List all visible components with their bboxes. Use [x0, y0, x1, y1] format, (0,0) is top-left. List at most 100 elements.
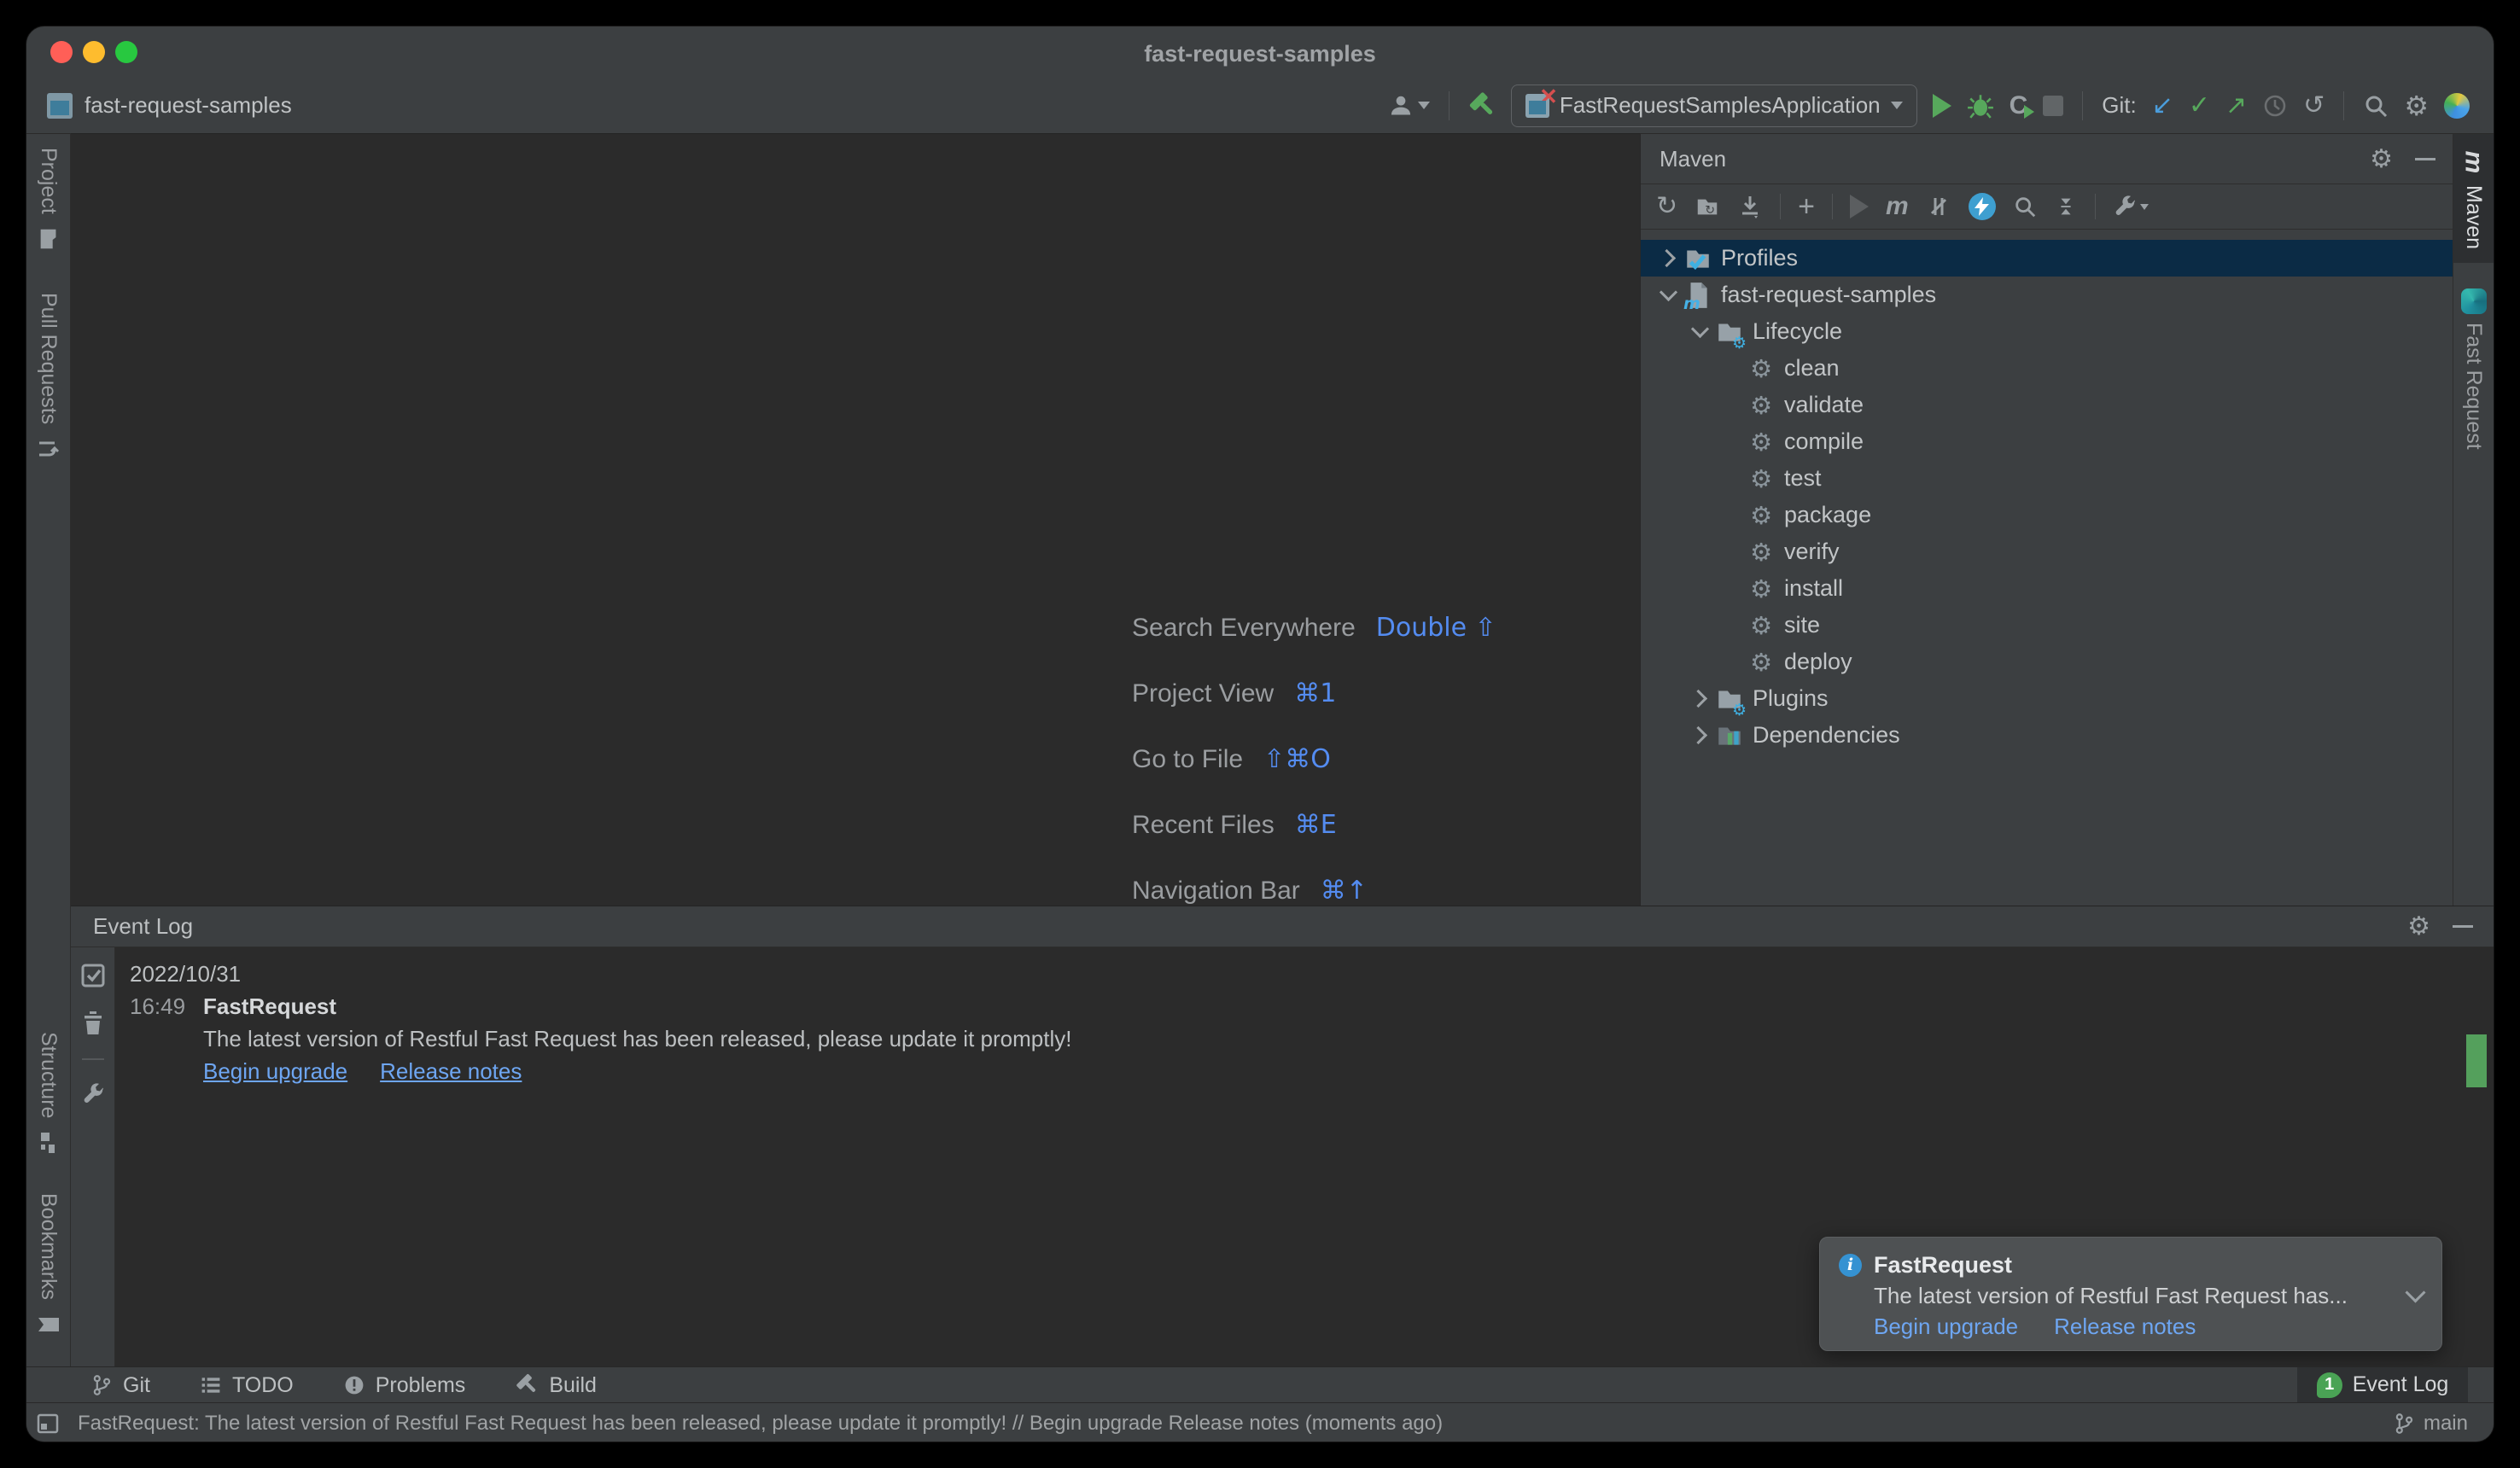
maven-tree-item-test[interactable]: ⚙ test — [1641, 460, 2454, 497]
notification-source: FastRequest — [1874, 1251, 2013, 1278]
code-with-me-button[interactable] — [2444, 92, 2470, 119]
maven-tree-item-deploy[interactable]: ⚙ deploy — [1641, 644, 2454, 680]
git-commit-button[interactable]: ✓ — [2189, 92, 2210, 119]
build-project-button[interactable] — [1468, 91, 1496, 119]
gear-icon[interactable]: ⚙ — [2370, 144, 2393, 174]
maven-tree-item-dependencies[interactable]: Dependencies — [1641, 717, 2454, 754]
maven-tree-item-profiles[interactable]: Profiles — [1641, 240, 2454, 277]
maven-tree-item-validate[interactable]: ⚙ validate — [1641, 387, 2454, 423]
run-with-coverage-button[interactable]: C — [2010, 91, 2035, 120]
run-configuration-selector[interactable]: ✕ FastRequestSamplesApplication — [1510, 83, 1917, 127]
git-update-button[interactable]: ↙ — [2152, 92, 2173, 119]
gear-icon[interactable]: ⚙ — [2407, 912, 2430, 941]
run-maven-goal-button[interactable] — [1850, 195, 1869, 218]
event-log-gutter — [71, 947, 115, 1366]
history-button[interactable] — [2262, 93, 2288, 119]
user-account-button[interactable] — [1389, 94, 1430, 118]
project-name: fast-request-samples — [85, 92, 292, 118]
tool-window-tab-todo[interactable]: TODO — [200, 1373, 294, 1398]
tool-window-tab-pull-requests[interactable]: Pull Requests — [36, 293, 61, 462]
maven-tree-item-install[interactable]: ⚙ install — [1641, 570, 2454, 607]
tool-window-tabs: Git TODO Problems Build — [90, 1367, 597, 1403]
tool-window-tab-maven[interactable]: m Maven — [2453, 134, 2494, 264]
git-push-button[interactable]: ↗ — [2225, 92, 2247, 119]
run-config-name: FastRequestSamplesApplication — [1559, 92, 1881, 118]
search-maven-goal-button[interactable] — [2013, 195, 2037, 218]
stop-icon — [2043, 95, 2064, 116]
shortcut-hint: Recent Files ⌘E — [1132, 792, 1496, 858]
git-branch-widget[interactable]: main — [2393, 1403, 2468, 1442]
add-maven-project-button[interactable]: + — [1798, 190, 1815, 224]
ide-window: fast-request-samples fast-request-sample… — [26, 26, 2494, 1442]
maven-settings-button[interactable] — [2113, 195, 2149, 218]
event-log-settings-button[interactable] — [81, 1082, 105, 1106]
release-notes-link[interactable]: Release notes — [380, 1058, 522, 1085]
tool-window-toggle-icon[interactable] — [37, 1413, 59, 1435]
chevron-right-icon[interactable] — [1684, 684, 1715, 714]
maven-tree-item-lifecycle[interactable]: ⚙ Lifecycle — [1641, 313, 2454, 352]
clock-icon — [2264, 95, 2286, 116]
hide-panel-button[interactable] — [2415, 157, 2435, 160]
shortcut-keys: ⌘↑ — [1320, 876, 1368, 906]
execute-maven-goal-button[interactable]: m — [1886, 192, 1909, 221]
toggle-skip-tests-button[interactable] — [1926, 194, 1951, 219]
tool-window-tab-structure[interactable]: Structure — [36, 1032, 61, 1156]
toggle-offline-mode-button[interactable] — [1968, 193, 1996, 220]
search-icon — [2365, 96, 2388, 117]
mark-all-read-button[interactable] — [80, 963, 106, 988]
tab-label: Fast Request — [2462, 323, 2486, 450]
clear-all-button[interactable] — [81, 1011, 105, 1036]
shortcut-keys: ⌘E — [1294, 810, 1337, 840]
tab-label: Event Log — [2352, 1372, 2449, 1396]
tool-window-tab-bookmarks[interactable]: Bookmarks — [36, 1193, 61, 1337]
begin-upgrade-link[interactable]: Begin upgrade — [1874, 1314, 2018, 1340]
tool-window-tab-event-log[interactable]: 1 Event Log — [2297, 1367, 2468, 1402]
rollback-button[interactable]: ↺ — [2303, 92, 2325, 119]
expand-chevron-icon[interactable] — [2405, 1281, 2426, 1303]
maven-tree-item-fast-request-samples[interactable]: m fast-request-samples — [1641, 277, 2454, 313]
maven-tree-item-plugins[interactable]: ⚙ Plugins — [1641, 680, 2454, 719]
begin-upgrade-link[interactable]: Begin upgrade — [203, 1058, 347, 1085]
tree-item-label: Plugins — [1753, 685, 1829, 711]
event-source: FastRequest — [203, 993, 337, 1019]
event-message: The latest version of Restful Fast Reque… — [203, 1025, 1072, 1051]
profiles-folder-icon — [1683, 244, 1712, 273]
maven-tool-window: Maven ⚙ ↻ ↻ + m Profiles m fast-request-… — [1640, 133, 2454, 906]
tool-window-tab-git[interactable]: Git — [90, 1373, 150, 1398]
invalid-config-x-icon: ✕ — [1539, 83, 1558, 109]
chevron-right-icon[interactable] — [1653, 243, 1683, 274]
debug-button[interactable] — [1967, 92, 1994, 119]
chevron-down-icon[interactable] — [1684, 317, 1715, 347]
run-button[interactable] — [1932, 93, 1951, 118]
hide-panel-button[interactable] — [2453, 925, 2473, 928]
tree-item-label: fast-request-samples — [1721, 282, 1937, 307]
chevron-down-icon[interactable] — [1653, 280, 1683, 311]
chevron-right-icon[interactable] — [1684, 720, 1715, 751]
notification-balloon[interactable]: i FastRequest The latest version of Rest… — [1819, 1237, 2442, 1351]
maven-tree-item-clean[interactable]: ⚙ clean — [1641, 350, 2454, 387]
tree-item-label: test — [1784, 465, 1822, 491]
download-sources-button[interactable] — [1737, 194, 1763, 219]
hammer-icon — [1469, 91, 1492, 114]
bug-icon — [1967, 94, 1993, 119]
stop-button[interactable] — [2043, 95, 2064, 116]
tool-window-tab-build[interactable]: Build — [515, 1373, 597, 1398]
structure-icon — [36, 1130, 61, 1156]
status-message[interactable]: FastRequest: The latest version of Restf… — [78, 1412, 1443, 1436]
search-everywhere-button[interactable] — [2363, 93, 2389, 119]
reimport-maven-button[interactable]: ↻ — [1656, 194, 1677, 219]
maven-title: Maven — [1660, 145, 1727, 172]
generate-sources-button[interactable]: ↻ — [1695, 194, 1720, 219]
maven-tree-item-site[interactable]: ⚙ site — [1641, 607, 2454, 644]
maven-tree-item-package[interactable]: ⚙ package — [1641, 497, 2454, 533]
tool-window-tab-fast-request[interactable]: Fast Request — [2453, 275, 2494, 463]
release-notes-link[interactable]: Release notes — [2054, 1314, 2196, 1340]
project-widget[interactable]: fast-request-samples — [47, 78, 292, 133]
collapse-all-button[interactable] — [2054, 195, 2078, 218]
tool-window-tab-problems[interactable]: Problems — [343, 1373, 465, 1398]
settings-button[interactable]: ⚙ — [2404, 90, 2429, 122]
tool-window-tab-project[interactable]: Project — [36, 148, 61, 252]
maven-tree-item-verify[interactable]: ⚙ verify — [1641, 533, 2454, 570]
maven-tree-item-compile[interactable]: ⚙ compile — [1641, 423, 2454, 460]
shortcut-hint: Project View ⌘1 — [1132, 661, 1496, 726]
